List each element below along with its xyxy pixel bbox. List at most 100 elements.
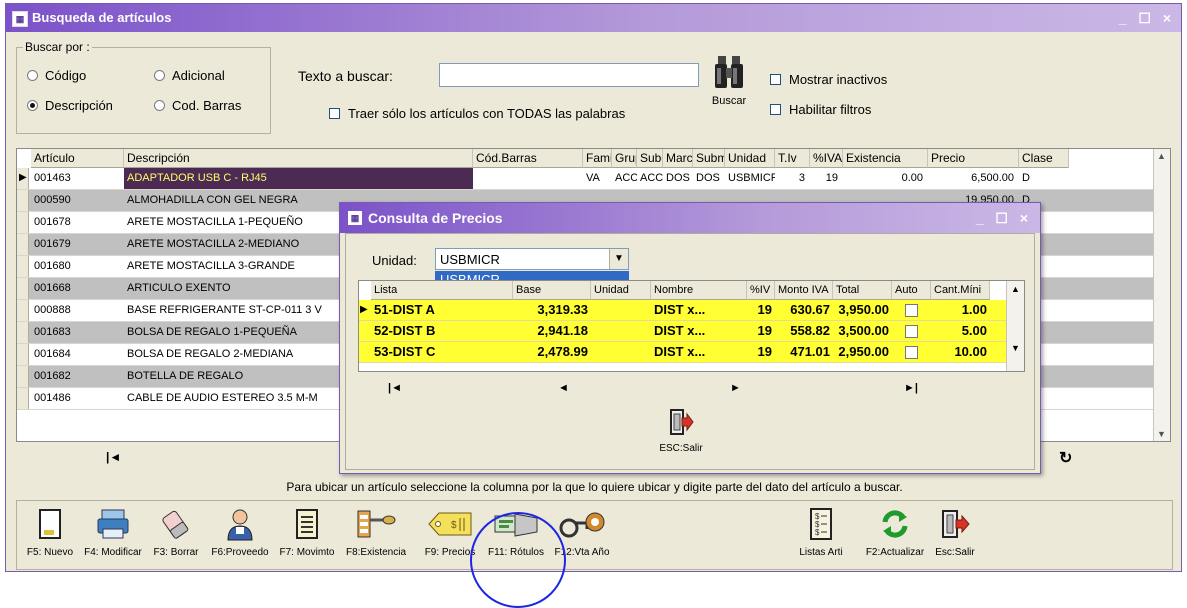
stock-icon xyxy=(357,510,396,538)
column-header[interactable]: Subm xyxy=(693,149,725,168)
checkbox-box[interactable] xyxy=(770,74,781,85)
nav-first-button[interactable]: |◄ xyxy=(106,450,121,464)
auto-checkbox[interactable] xyxy=(892,321,931,341)
price-column-header[interactable]: Nombre xyxy=(651,281,747,300)
price-column-header[interactable]: Total xyxy=(833,281,892,300)
chevron-down-icon[interactable]: ▼ xyxy=(609,249,628,269)
prices-navigator: |◄ ◄ ► ►| xyxy=(358,380,1024,400)
radio-circle[interactable] xyxy=(154,100,165,111)
checkbox-box[interactable] xyxy=(329,108,340,119)
price-row[interactable]: 53-DIST C 2,478.99 DIST x... 19 471.01 2,950.… xyxy=(359,342,1007,363)
dialog-app-icon: ▦ xyxy=(348,211,362,225)
search-button[interactable]: Buscar xyxy=(708,54,750,126)
column-header[interactable]: Precio xyxy=(928,149,1019,168)
price-cell-monto: 630.67 xyxy=(790,302,830,317)
column-header[interactable]: Grup xyxy=(612,149,637,168)
price-row[interactable]: 52-DIST B 2,941.18 DIST x... 19 558.82 3,500.… xyxy=(359,321,1007,342)
price-column-header[interactable]: Base xyxy=(513,281,591,300)
enable-filters-checkbox[interactable]: Habilitar filtros xyxy=(770,102,871,117)
article-lists-button[interactable]: $ $ $ Listas Arti xyxy=(793,501,849,569)
price-row[interactable]: ▶ 51-DIST A 3,319.33 DIST x... 19 630.67 3,950… xyxy=(359,300,1007,321)
radio-codigo[interactable]: Código xyxy=(27,68,86,83)
cell-clase: D xyxy=(1022,172,1030,184)
radio-circle-selected[interactable] xyxy=(27,100,38,111)
ledger-icon xyxy=(296,509,318,539)
column-header[interactable]: Marca xyxy=(663,149,693,168)
price-column-header[interactable]: Lista xyxy=(371,281,513,300)
column-header[interactable]: %IVA xyxy=(810,149,843,168)
search-input[interactable] xyxy=(439,63,699,87)
column-header[interactable]: Subg xyxy=(637,149,663,168)
dialog-window-controls[interactable]: _ ☐ × xyxy=(976,203,1032,233)
exit-icon xyxy=(670,409,694,435)
scroll-down-icon[interactable]: ▼ xyxy=(1157,429,1166,439)
column-header[interactable]: Descripción xyxy=(124,149,473,168)
eraser-icon xyxy=(162,510,189,539)
unit-select[interactable]: USBMICR ▼ xyxy=(435,248,629,270)
all-words-checkbox[interactable]: Traer sólo los artículos con TODAS las p… xyxy=(329,106,625,121)
column-header[interactable]: Clase xyxy=(1019,149,1069,168)
column-header[interactable]: Cód.Barras xyxy=(473,149,583,168)
price-cell-total: 3,500.00 xyxy=(838,323,889,338)
new-button[interactable]: F5: Nuevo xyxy=(19,501,81,569)
cell-grup: ACC xyxy=(615,172,637,184)
dialog-body: Unidad: USBMICR ▼ USBMICR ListaBaseUnida… xyxy=(345,233,1035,470)
new-doc-icon xyxy=(39,509,61,539)
search-panel: Buscar por : Código Adicional Descripció… xyxy=(16,40,1175,138)
prices-grid-scrollbar[interactable]: ▲ ▼ xyxy=(1006,281,1024,371)
price-cell-base: 3,319.33 xyxy=(537,302,588,317)
nav-refresh-button[interactable]: ↻ xyxy=(1059,448,1072,468)
prices-nav-prev[interactable]: ◄ xyxy=(558,382,569,394)
prices-grid[interactable]: Lista Base Unidad Nombre %IV Monto IVA Total Au… xyxy=(358,280,1025,372)
window-titlebar: ▦ Busqueda de artículos _ ☐ × xyxy=(6,4,1181,32)
price-cell-lista: 53-DIST C xyxy=(374,344,436,359)
price-column-header[interactable]: Unidad xyxy=(591,281,651,300)
prices-nav-first[interactable]: |◄ xyxy=(388,382,402,394)
window-controls[interactable]: _ ☐ × xyxy=(1119,4,1175,32)
column-header[interactable]: Fami xyxy=(583,149,612,168)
radio-circle[interactable] xyxy=(154,70,165,81)
prices-nav-next[interactable]: ► xyxy=(730,382,741,394)
radio-circle[interactable] xyxy=(27,70,38,81)
exit-button[interactable]: Esc:Salir xyxy=(927,501,983,569)
column-header[interactable]: Existencia xyxy=(843,149,928,168)
cell-subm: DOS xyxy=(696,172,720,184)
supplier-button[interactable]: F6:Proveedo xyxy=(207,501,273,569)
dialog-exit-button[interactable]: ESC:Salir xyxy=(646,408,716,454)
checkbox-box[interactable] xyxy=(770,104,781,115)
radio-adicional[interactable]: Adicional xyxy=(154,68,225,83)
cell-articulo: 001668 xyxy=(34,282,71,294)
table-row[interactable]: ▶ 001463 ADAPTADOR USB C - RJ45 VA ACC ACC DOS… xyxy=(17,168,1155,190)
auto-checkbox[interactable] xyxy=(892,300,931,320)
scroll-up-icon[interactable]: ▲ xyxy=(1157,151,1166,161)
price-column-header[interactable]: Auto xyxy=(892,281,931,300)
grid-vertical-scrollbar[interactable]: ▲ ▼ xyxy=(1153,149,1170,441)
column-header[interactable]: Unidad xyxy=(725,149,775,168)
auto-checkbox[interactable] xyxy=(892,342,931,362)
radio-cod-barras[interactable]: Cod. Barras xyxy=(154,98,241,113)
price-cell-cant: 1.00 xyxy=(961,302,987,317)
movements-button[interactable]: F7: Movimto xyxy=(273,501,341,569)
cell-tiv: 3 xyxy=(798,172,805,184)
price-cell-monto: 471.01 xyxy=(790,344,830,359)
prices-nav-last[interactable]: ►| xyxy=(904,382,918,394)
delete-button[interactable]: F3: Borrar xyxy=(145,501,207,569)
price-column-header[interactable]: Monto IVA xyxy=(775,281,833,300)
show-inactive-checkbox[interactable]: Mostrar inactivos xyxy=(770,72,887,87)
price-cell-cant: 5.00 xyxy=(961,323,987,338)
refresh-button[interactable]: F2:Actualizar xyxy=(865,501,925,569)
lists-icon: $$$ xyxy=(810,508,832,540)
search-by-legend: Buscar por : xyxy=(25,40,90,54)
price-column-header[interactable]: %IV xyxy=(747,281,775,300)
column-header[interactable]: Artículo xyxy=(31,149,124,168)
price-column-header[interactable]: Cant.Míni xyxy=(931,281,990,300)
price-cell-total: 3,950.00 xyxy=(838,302,889,317)
scroll-up-icon[interactable]: ▲ xyxy=(1011,284,1020,294)
stock-button[interactable]: F8:Existencia xyxy=(341,501,411,569)
modify-button[interactable]: F4: Modificar xyxy=(81,501,145,569)
radio-descripcion[interactable]: Descripción xyxy=(27,98,113,113)
scroll-down-icon[interactable]: ▼ xyxy=(1011,343,1020,353)
cell-existencia: 0.00 xyxy=(901,172,923,184)
price-cell-unidad xyxy=(591,342,651,362)
column-header[interactable]: T.Iv xyxy=(775,149,810,168)
